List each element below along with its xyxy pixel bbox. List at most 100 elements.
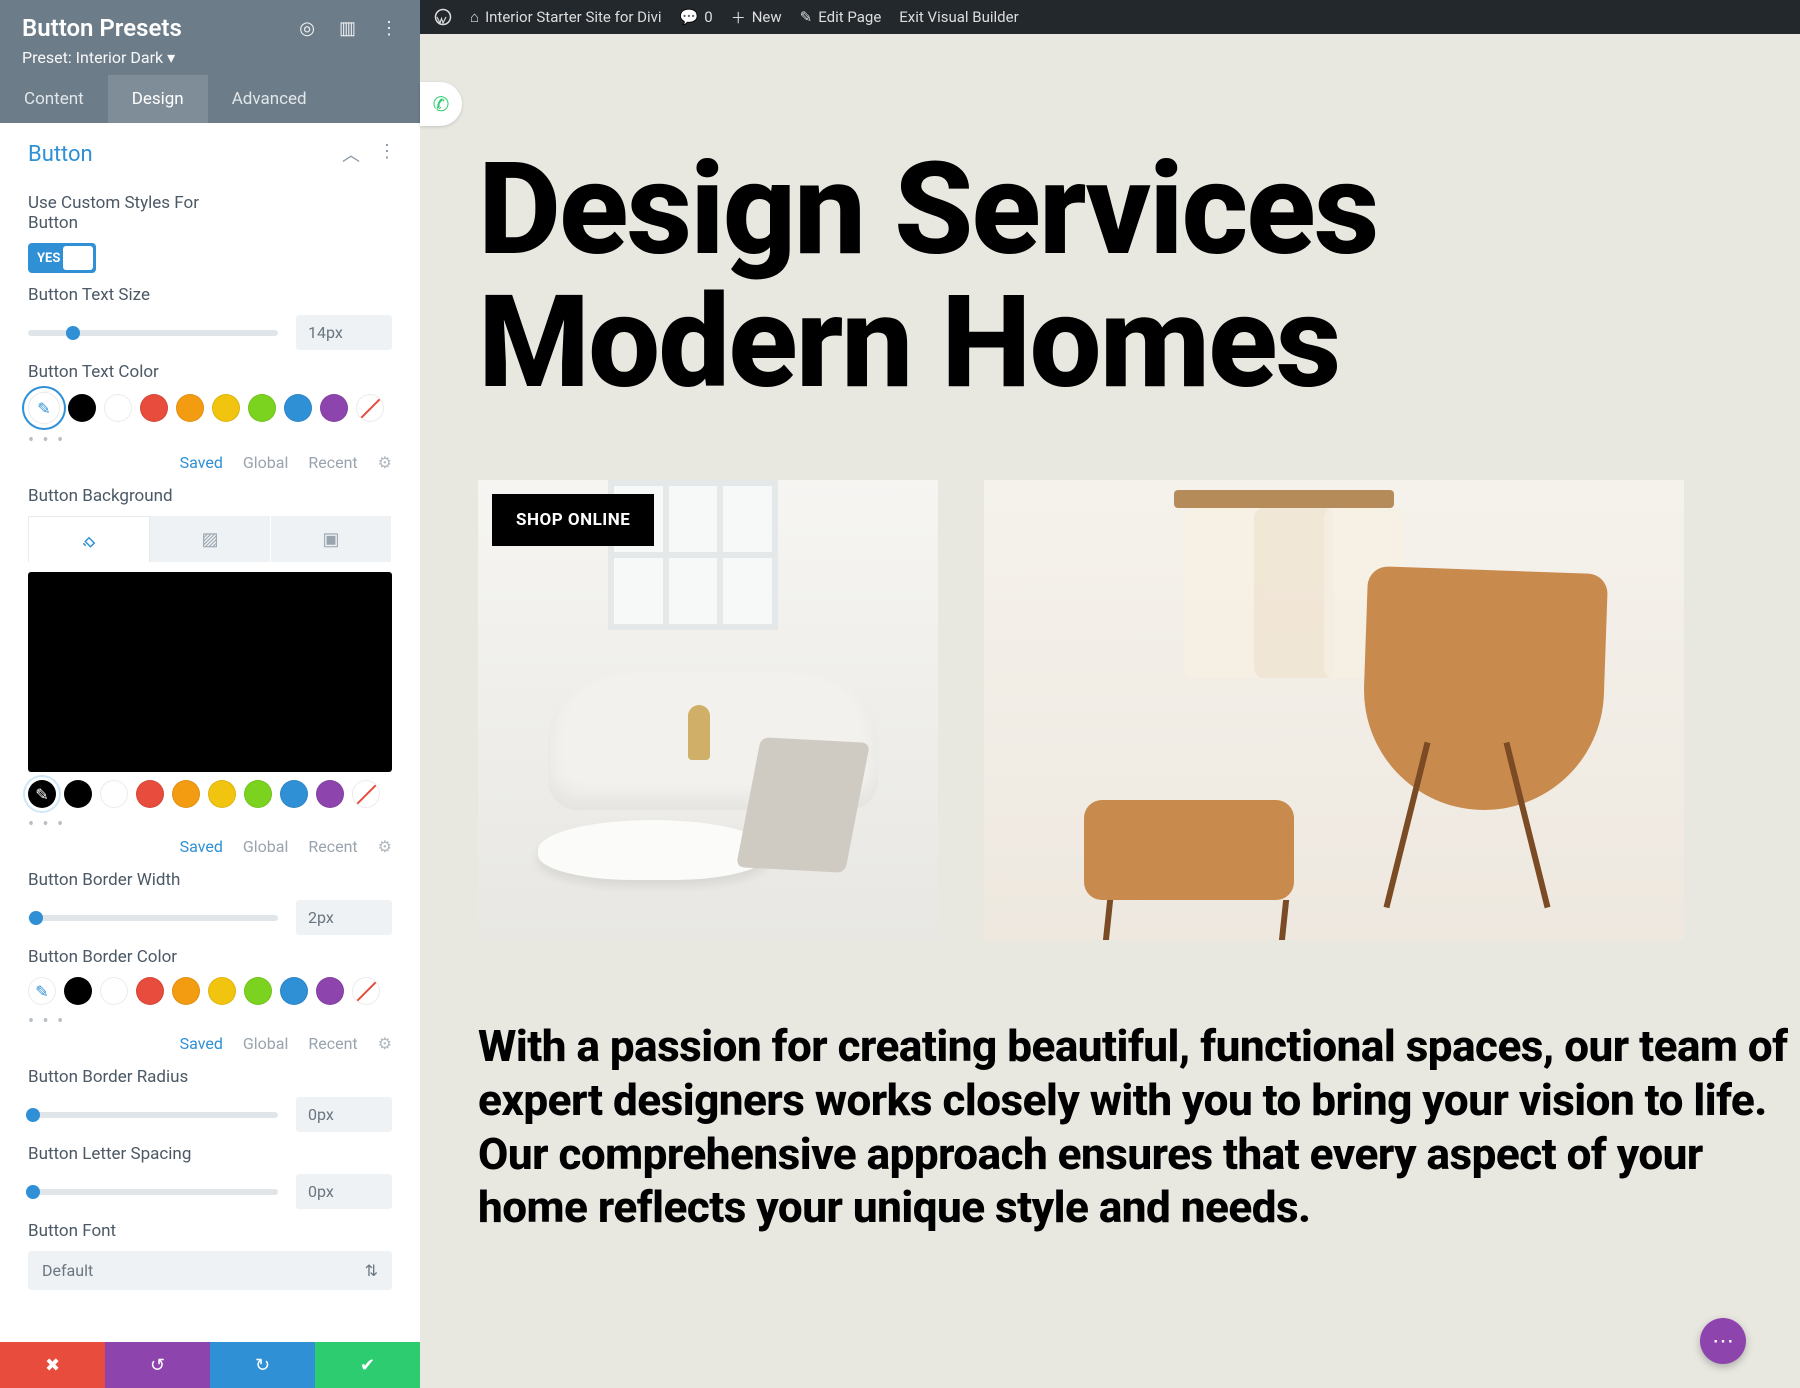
preset-selector[interactable]: Preset: Interior Dark ▾	[22, 48, 398, 67]
swatch-yellow[interactable]	[212, 394, 240, 422]
hero-image-2	[984, 480, 1684, 940]
palette-more-icon[interactable]: • • •	[28, 814, 392, 835]
swatch-purple[interactable]	[316, 780, 344, 808]
swatch-orange[interactable]	[176, 394, 204, 422]
slider-letter-spacing[interactable]	[28, 1189, 278, 1195]
tab-design[interactable]: Design	[108, 75, 208, 123]
swatch-blue[interactable]	[280, 780, 308, 808]
swatch-red[interactable]	[136, 977, 164, 1005]
swatch-black[interactable]	[64, 780, 92, 808]
swatch-none[interactable]	[352, 780, 380, 808]
section-header: Button ︿ ⋮	[0, 123, 420, 181]
comments-count: 0	[704, 8, 712, 26]
tab-advanced[interactable]: Advanced	[208, 75, 331, 123]
wp-admin-bar: ⌂ Interior Starter Site for Divi 💬 0 ＋ N…	[420, 0, 1800, 34]
swatch-none[interactable]	[352, 977, 380, 1005]
swatch-orange[interactable]	[172, 977, 200, 1005]
swatch-none[interactable]	[356, 394, 384, 422]
edit-page-link[interactable]: ✎ Edit Page	[800, 8, 882, 26]
bg-tab-gradient[interactable]: ▨	[150, 516, 271, 562]
builder-fab[interactable]: ⋯	[1700, 1318, 1746, 1364]
select-font-value: Default	[42, 1261, 93, 1280]
color-source-tabs: Saved Global Recent ⚙	[28, 837, 392, 856]
swatch-orange[interactable]	[172, 780, 200, 808]
swatch-red[interactable]	[136, 780, 164, 808]
comments-link[interactable]: 💬 0	[680, 8, 713, 26]
swatch-blue[interactable]	[284, 394, 312, 422]
swatch-black[interactable]	[64, 977, 92, 1005]
label-custom-styles: Use Custom Styles For Button	[28, 193, 392, 233]
gear-icon[interactable]: ⚙	[378, 1034, 392, 1053]
cancel-button[interactable]: ✖	[0, 1342, 105, 1388]
focus-mode-icon[interactable]: ◎	[299, 18, 315, 39]
palette-more-icon[interactable]: • • •	[28, 430, 392, 451]
wp-logo-icon[interactable]	[434, 8, 452, 26]
site-name: Interior Starter Site for Divi	[485, 8, 662, 26]
tab-content[interactable]: Content	[0, 75, 108, 123]
slider-border-radius[interactable]	[28, 1112, 278, 1118]
eyedropper-icon[interactable]: ✎	[28, 780, 56, 808]
colors-recent[interactable]: Recent	[308, 1034, 357, 1053]
value-letter-spacing[interactable]: 0px	[296, 1174, 392, 1209]
colors-saved[interactable]: Saved	[180, 453, 223, 472]
colors-saved[interactable]: Saved	[180, 1034, 223, 1053]
colors-recent[interactable]: Recent	[308, 837, 357, 856]
swatch-yellow[interactable]	[208, 780, 236, 808]
swatch-white[interactable]	[100, 977, 128, 1005]
slider-border-width[interactable]	[28, 915, 278, 921]
colors-saved[interactable]: Saved	[180, 837, 223, 856]
select-font[interactable]: Default ⇅	[28, 1251, 392, 1290]
paint-bucket-icon	[80, 531, 98, 549]
chevron-updown-icon: ⇅	[365, 1261, 378, 1280]
toggle-custom-styles[interactable]: YES	[28, 243, 96, 273]
eyedropper-icon[interactable]: ✎	[28, 977, 56, 1005]
colors-recent[interactable]: Recent	[308, 453, 357, 472]
exit-builder-link[interactable]: Exit Visual Builder	[899, 8, 1018, 26]
swatch-purple[interactable]	[316, 977, 344, 1005]
bg-tab-color[interactable]	[28, 516, 150, 562]
home-icon: ⌂	[470, 8, 479, 26]
colors-global[interactable]: Global	[243, 837, 289, 856]
palette-background: ✎	[28, 780, 392, 808]
value-border-radius[interactable]: 0px	[296, 1097, 392, 1132]
hero-line-1: Design Services	[478, 135, 1377, 285]
gear-icon[interactable]: ⚙	[378, 837, 392, 856]
settings-tabs: Content Design Advanced	[0, 75, 420, 123]
site-link[interactable]: ⌂ Interior Starter Site for Divi	[470, 8, 662, 26]
undo-button[interactable]: ↺	[105, 1342, 210, 1388]
value-border-width[interactable]: 2px	[296, 900, 392, 935]
colors-global[interactable]: Global	[243, 1034, 289, 1053]
swatch-green[interactable]	[244, 780, 272, 808]
label-text-color: Button Text Color	[28, 362, 392, 382]
background-preview[interactable]	[28, 572, 392, 772]
palette-text-color: ✎	[28, 392, 392, 424]
label-font: Button Font	[28, 1221, 392, 1241]
save-button[interactable]: ✔	[315, 1342, 420, 1388]
colors-global[interactable]: Global	[243, 453, 289, 472]
responsive-icon[interactable]: ▥	[339, 18, 356, 39]
more-options-icon[interactable]: ⋮	[380, 18, 398, 39]
shop-online-button[interactable]: SHOP ONLINE	[492, 494, 654, 546]
swatch-green[interactable]	[244, 977, 272, 1005]
section-menu-icon[interactable]: ⋮	[378, 141, 396, 167]
phone-icon: ✆	[433, 92, 450, 116]
call-button[interactable]: ✆	[420, 82, 462, 126]
gear-icon[interactable]: ⚙	[378, 453, 392, 472]
new-content-link[interactable]: ＋ New	[731, 7, 782, 28]
swatch-black[interactable]	[68, 394, 96, 422]
swatch-white[interactable]	[104, 394, 132, 422]
bg-tab-image[interactable]: ▣	[271, 516, 392, 562]
swatch-red[interactable]	[140, 394, 168, 422]
swatch-green[interactable]	[248, 394, 276, 422]
palette-more-icon[interactable]: • • •	[28, 1011, 392, 1032]
swatch-white[interactable]	[100, 780, 128, 808]
swatch-yellow[interactable]	[208, 977, 236, 1005]
design-panel: Use Custom Styles For Button YES Button …	[0, 181, 420, 1388]
redo-button[interactable]: ↻	[210, 1342, 315, 1388]
slider-text-size[interactable]	[28, 330, 278, 336]
collapse-icon[interactable]: ︿	[342, 141, 360, 167]
value-text-size[interactable]: 14px	[296, 315, 392, 350]
swatch-purple[interactable]	[320, 394, 348, 422]
swatch-blue[interactable]	[280, 977, 308, 1005]
eyedropper-icon[interactable]: ✎	[28, 392, 60, 424]
